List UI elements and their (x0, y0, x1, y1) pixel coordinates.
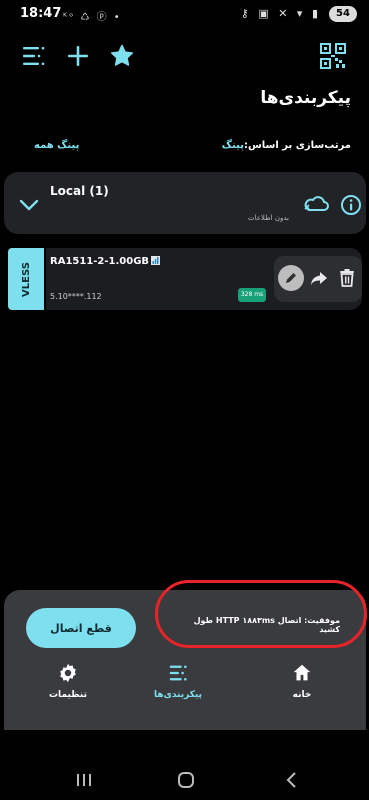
status-bar: 18:47 ᴷᵒ ♺ ⓟ • ⚷ ▣ ✕ ▾ ▮ 54 (0, 0, 369, 30)
server-name-row: RA1511-2-1.00GB (50, 256, 161, 267)
group-subtitle: بدون اطلاعات (248, 214, 289, 222)
nav-configs[interactable]: پیکربندی‌ها (138, 662, 218, 706)
server-actions (274, 256, 362, 302)
qr-scan-icon[interactable] (315, 38, 351, 74)
list-icon (169, 665, 187, 681)
recents-icon[interactable] (72, 770, 96, 790)
status-time: 18:47 (20, 6, 62, 21)
sort-row: مرتب‌سازی بر اساس:پینگ پینگ همه (0, 138, 369, 158)
home-icon (293, 664, 311, 681)
sort-label: مرتب‌سازی بر اساس: (243, 140, 351, 151)
nav-settings-label: تنظیمات (49, 690, 87, 700)
nav-home-label: خانه (292, 690, 312, 700)
toolbar (0, 38, 369, 74)
server-body[interactable]: RA1511-2-1.00GB 5.10****.112 328 ms (46, 248, 362, 310)
system-navigation-bar (0, 760, 369, 800)
group-card[interactable]: Local (1) بدون اطلاعات (4, 172, 366, 234)
back-icon[interactable] (280, 770, 304, 790)
latency-badge: 328 ms (238, 288, 266, 302)
sort-selector[interactable]: مرتب‌سازی بر اساس:پینگ (222, 140, 351, 151)
menu-icon[interactable] (16, 38, 52, 74)
protocol-tag: VLESS (8, 248, 44, 310)
ping-all-button[interactable]: پینگ همه (34, 140, 79, 151)
battery-icon: 54 (329, 6, 357, 22)
server-item[interactable]: VLESS RA1511-2-1.00GB 5.10****.112 328 m… (8, 248, 362, 310)
star-icon[interactable] (104, 38, 140, 74)
bottom-panel: قطع اتصال موفقیت: اتصال HTTP ۱۸۸۳ms طول … (4, 580, 367, 730)
gear-icon (60, 663, 76, 683)
chevron-down-icon[interactable] (16, 192, 42, 218)
server-name: RA1511-2-1.00GB (50, 256, 150, 267)
status-system-icons: ⚷ ▣ ✕ ▾ ▮ (240, 7, 321, 20)
nav-configs-label: پیکربندی‌ها (153, 690, 202, 700)
highlight-annotation (155, 580, 367, 648)
nav-home[interactable]: خانه (262, 662, 342, 706)
add-icon[interactable] (60, 38, 96, 74)
nav-settings[interactable]: تنظیمات (28, 662, 108, 706)
page-title: پیکربندی‌ها (260, 88, 351, 108)
info-icon[interactable] (340, 194, 362, 216)
share-icon[interactable] (306, 265, 332, 291)
cloud-icon[interactable] (302, 192, 330, 216)
delete-icon[interactable] (334, 265, 360, 291)
sort-value: پینگ (221, 140, 244, 151)
edit-icon[interactable] (278, 265, 304, 291)
signal-bars-icon (151, 256, 161, 265)
disconnect-button[interactable]: قطع اتصال (26, 608, 136, 648)
home-circle-icon[interactable] (174, 770, 198, 790)
group-name: Local (1) (50, 184, 109, 198)
protocol-label: VLESS (20, 261, 32, 297)
status-notification-icons: ᴷᵒ ♺ ⓟ • (63, 12, 122, 23)
server-address: 5.10****.112 (50, 292, 102, 301)
